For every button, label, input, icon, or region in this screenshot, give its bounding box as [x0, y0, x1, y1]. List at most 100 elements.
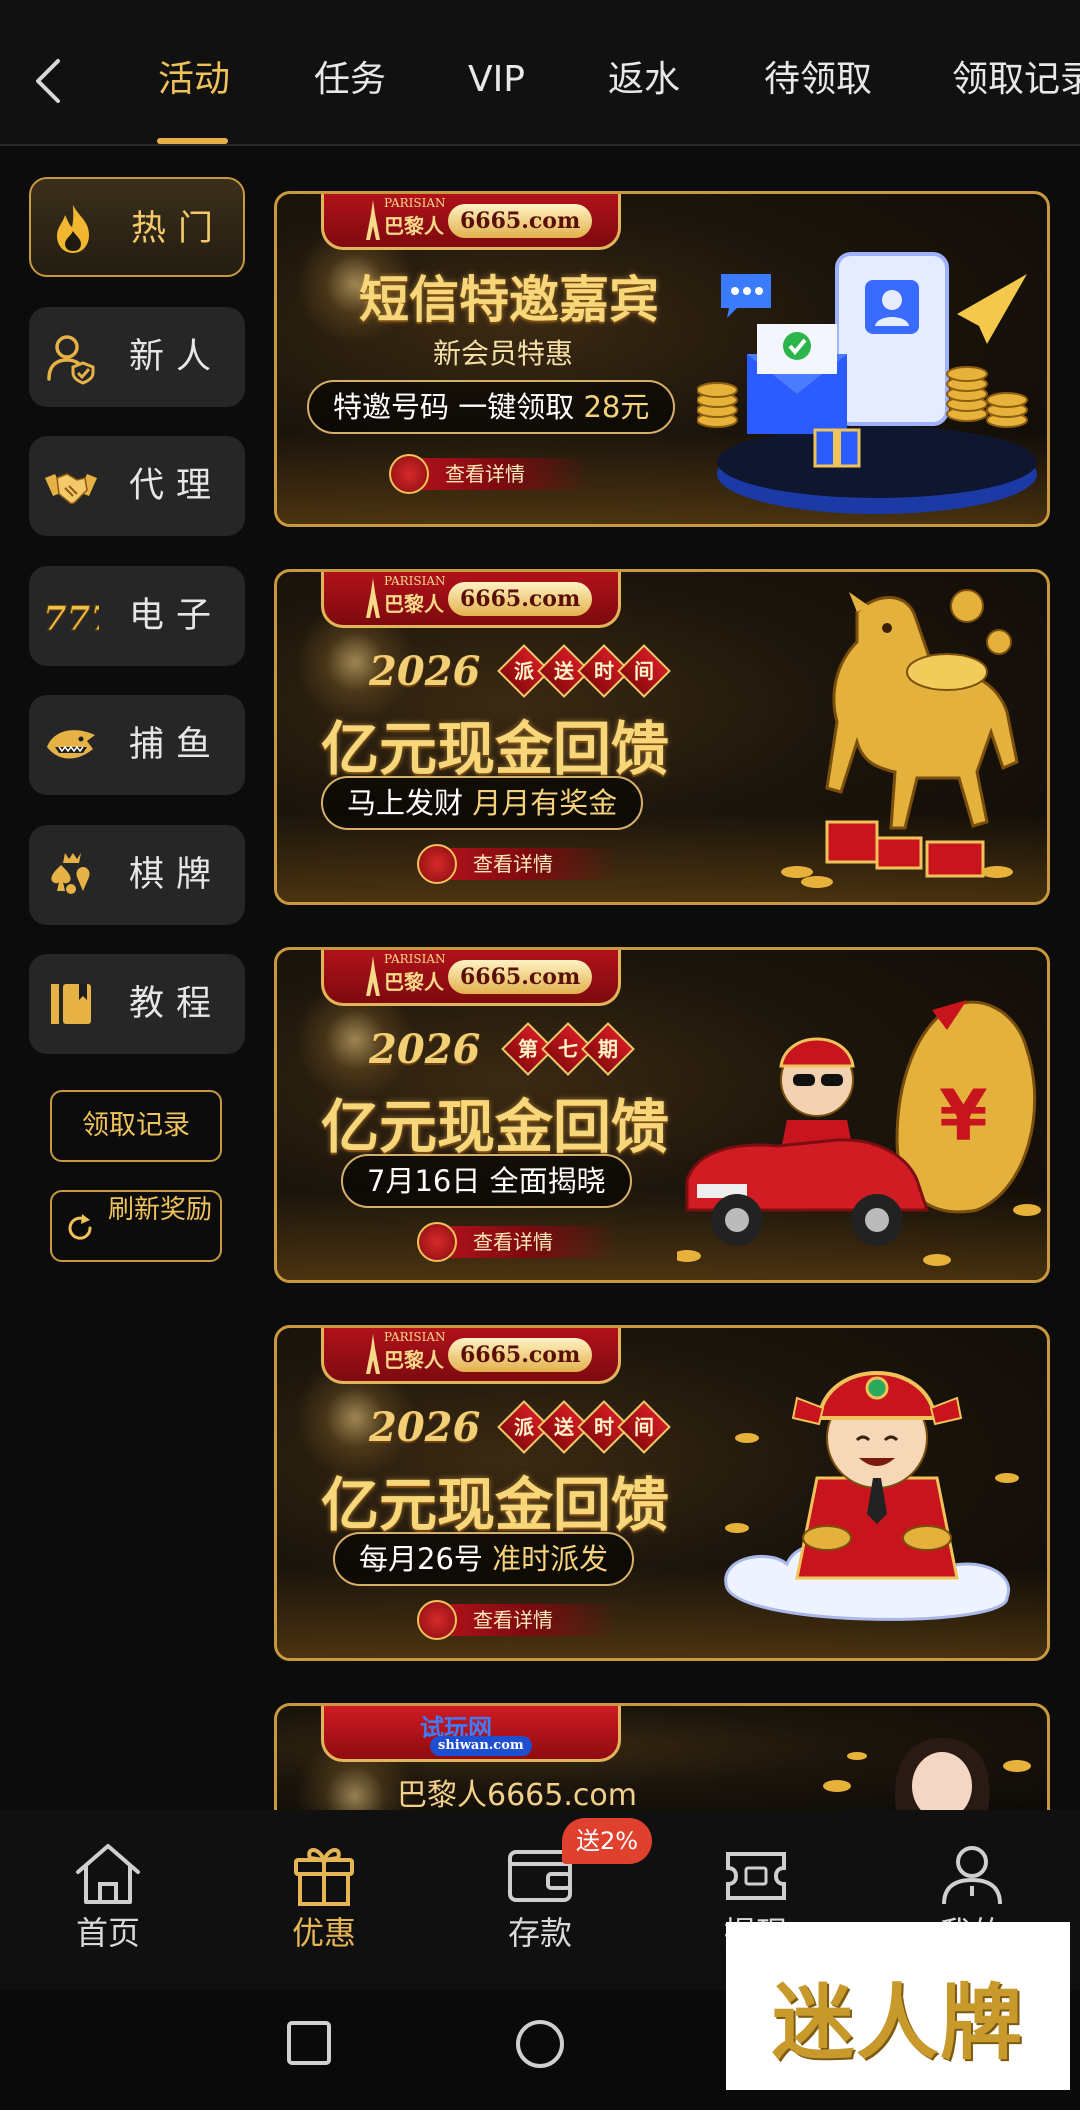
- sidebar-item-hot[interactable]: 热门: [29, 177, 245, 277]
- view-details-label: 查看详情: [473, 1230, 553, 1254]
- view-details-button[interactable]: 查看详情: [417, 1222, 617, 1262]
- sidebar-item-slots[interactable]: 777 电子: [29, 566, 245, 666]
- svg-text:777: 777: [43, 599, 99, 639]
- banner-pill: 特邀号码 一键领取 28元: [307, 380, 676, 434]
- banner-title: 亿元现金回馈: [321, 1093, 670, 1161]
- banner-pill: 每月26号 准时派发: [333, 1532, 635, 1586]
- handshake-icon: [45, 473, 97, 505]
- view-details-button[interactable]: 查看详情: [417, 844, 617, 884]
- banner-tag: 派送时间: [497, 1400, 671, 1454]
- banner-pill: 7月16日 全面揭晓: [341, 1154, 632, 1208]
- seal-icon: [417, 1600, 457, 1640]
- banner-year: 2026: [369, 1404, 481, 1451]
- brand-cn: 巴黎人: [384, 592, 444, 616]
- refresh-icon: [68, 1214, 92, 1240]
- refresh-rewards-button[interactable]: 刷新奖励: [50, 1190, 222, 1262]
- nav-promotions-label: 优惠: [291, 1914, 356, 1952]
- deposit-bonus-badge: 送2%: [562, 1818, 653, 1864]
- brand-en: PARISIAN: [384, 574, 446, 588]
- eiffel-tower-icon: [366, 1334, 380, 1374]
- pill-highlight: 28元: [583, 390, 650, 424]
- sidebar-item-newbie[interactable]: 新人: [29, 307, 245, 407]
- sidebar-item-agent[interactable]: 代理: [29, 436, 245, 536]
- sidebar-item-label: 电子: [129, 596, 224, 636]
- sidebar-item-label: 热门: [131, 209, 226, 249]
- view-details-button[interactable]: 查看详情: [389, 454, 589, 494]
- nav-home[interactable]: 首页: [38, 1840, 178, 1954]
- pill-text: 马上发财: [347, 786, 473, 820]
- seal-icon: [389, 454, 429, 494]
- nav-promotions[interactable]: 优惠: [254, 1840, 394, 1954]
- sidebar-item-fishing[interactable]: 捕鱼: [29, 695, 245, 795]
- banner-subtitle: 巴黎人6665.com: [397, 1778, 637, 1810]
- golden-horse-illustration: [781, 589, 1019, 888]
- brand-tab: PARISIAN 巴黎人 6665.com: [321, 950, 621, 1006]
- pill-highlight: 月月有奖金: [472, 786, 618, 820]
- banner-title: 短信特邀嘉宾: [359, 271, 659, 329]
- recents-square-icon[interactable]: [286, 2020, 332, 2066]
- watermark-text: 迷人牌: [771, 1976, 1024, 2071]
- brand-cn: 巴黎人: [384, 214, 444, 238]
- view-details-button[interactable]: 查看详情: [417, 1600, 617, 1640]
- tag-char: 时: [594, 659, 614, 683]
- home-circle-icon[interactable]: [514, 2018, 566, 2070]
- tag-char: 七: [558, 1037, 578, 1061]
- tab-strip: 活动 任务 VIP 返水 待领取 领取记录: [0, 0, 1080, 146]
- tab-rebate[interactable]: 返水: [608, 56, 680, 104]
- seal-icon: [417, 844, 457, 884]
- book-icon: [51, 984, 91, 1024]
- promo-banner-cash-return-1[interactable]: PARISIAN 巴黎人 6665.com 2026 派送时间 亿元现金回馈 马…: [274, 569, 1050, 905]
- nav-deposit-label: 存款: [507, 1914, 572, 1952]
- slot-777-icon: 777: [43, 599, 99, 640]
- tag-char: 时: [594, 1415, 614, 1439]
- card-suits-icon: [51, 853, 90, 894]
- top-nav-bar: 活动 任务 VIP 返水 待领取 领取记录: [0, 0, 1080, 146]
- home-icon: [76, 1844, 140, 1904]
- promo-banner-shiwan[interactable]: 试玩网 shiwan.com 巴黎人6665.com: [274, 1703, 1050, 1810]
- tag-char: 派: [514, 659, 534, 683]
- tag-char: 期: [598, 1037, 618, 1061]
- view-details-label: 查看详情: [473, 852, 553, 876]
- sidebar-item-label: 教程: [129, 984, 224, 1024]
- pill-highlight: 准时派发: [492, 1542, 609, 1576]
- sidebar-item-tutorial[interactable]: 教程: [29, 954, 245, 1054]
- pill-text: 特邀号码 一键领取: [333, 390, 584, 424]
- tab-claim-history[interactable]: 领取记录: [952, 56, 1080, 104]
- tab-activity[interactable]: 活动: [158, 56, 230, 104]
- banner-subtitle: 新会员特惠: [433, 337, 574, 370]
- brand-en: PARISIAN: [384, 196, 446, 210]
- promo-banner-cash-return-3[interactable]: PARISIAN 巴黎人 6665.com 2026 派送时间 亿元现金回馈 每…: [274, 1325, 1050, 1661]
- brand-domain: shiwan.com: [430, 1736, 532, 1756]
- brand-cn: 巴黎人: [384, 970, 444, 994]
- tab-pending[interactable]: 待领取: [764, 56, 872, 104]
- new-user-icon: [47, 335, 95, 385]
- tag-char: 间: [634, 659, 654, 683]
- tab-tasks[interactable]: 任务: [314, 56, 386, 104]
- svg-text:¥: ¥: [939, 1075, 988, 1157]
- gift-icon: [294, 1848, 354, 1906]
- sidebar-item-cards[interactable]: 棋牌: [29, 825, 245, 925]
- tag-char: 送: [554, 659, 574, 683]
- brand-watermark: 迷人牌: [726, 1922, 1070, 2090]
- sidebar-item-label: 捕鱼: [129, 725, 224, 765]
- promo-banner-sms-vip[interactable]: PARISIAN 巴黎人 6665.com 短信特邀嘉宾 新会员特惠 特邀号码 …: [274, 191, 1050, 527]
- view-details-label: 查看详情: [473, 1608, 553, 1632]
- brand-en: PARISIAN: [384, 952, 446, 966]
- fortune-god-cloud-illustration: [724, 1371, 1019, 1621]
- profile-icon: [942, 1846, 1002, 1905]
- fire-icon: [57, 205, 89, 253]
- banner-tag: 派送时间: [497, 644, 671, 698]
- brand-tab: 试玩网 shiwan.com: [321, 1706, 621, 1762]
- claim-records-button[interactable]: 领取记录: [50, 1090, 222, 1162]
- seal-icon: [417, 1222, 457, 1262]
- active-tab-indicator: [157, 138, 228, 144]
- brand-tab: PARISIAN 巴黎人 6665.com: [321, 1328, 621, 1384]
- shark-icon: [47, 730, 95, 759]
- tab-vip[interactable]: VIP: [468, 56, 525, 104]
- promo-banner-cash-return-2[interactable]: PARISIAN 巴黎人 6665.com 2026 第七期 亿元现金回馈 7月…: [274, 947, 1050, 1283]
- refresh-rewards-label: 刷新奖励: [108, 1195, 213, 1225]
- pill-text: 7月16日 全面揭晓: [367, 1164, 606, 1198]
- pill-text: 每月26号: [359, 1542, 493, 1576]
- tag-char: 送: [554, 1415, 574, 1439]
- brand-domain: 6665.com: [448, 582, 593, 616]
